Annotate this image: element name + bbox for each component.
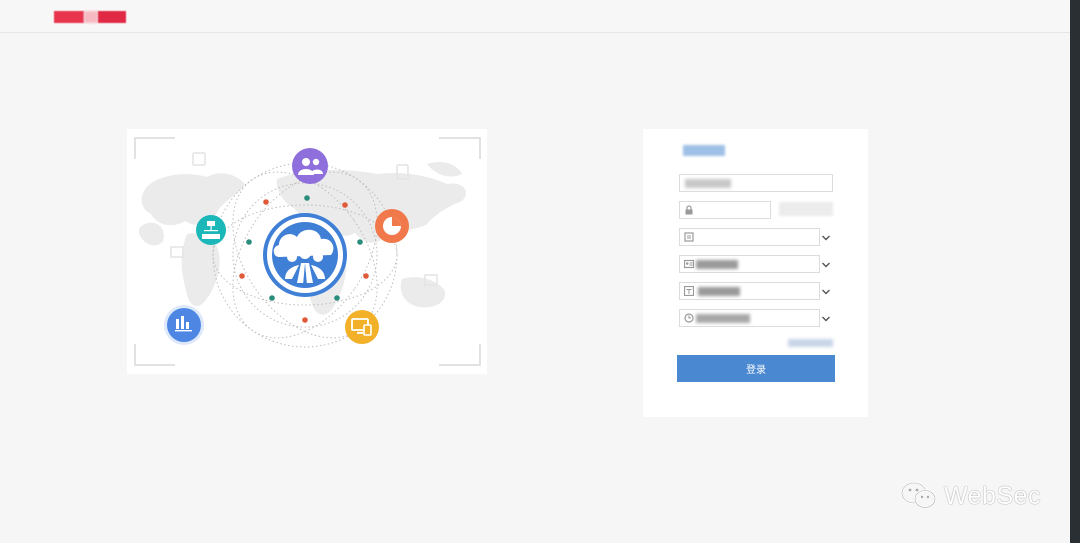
username-input[interactable]: [679, 174, 833, 192]
window-edge: [1070, 0, 1080, 543]
password-input[interactable]: [679, 201, 771, 219]
username-placeholder: [685, 179, 731, 188]
pie-chart-icon: [375, 209, 409, 243]
select-4-value: [696, 314, 750, 323]
hero-illustration: [127, 129, 487, 374]
login-button[interactable]: 登录: [677, 355, 835, 382]
bar-chart-icon: [164, 305, 204, 345]
chevron-down-icon[interactable]: [821, 314, 831, 324]
brand-logo[interactable]: [54, 11, 126, 23]
select-field-2[interactable]: [679, 255, 820, 273]
clock-icon: [684, 313, 694, 323]
wechat-icon: [901, 482, 936, 509]
org-chart-icon: [196, 215, 226, 245]
select-field-3[interactable]: [679, 282, 820, 300]
select-field-4[interactable]: [679, 309, 820, 327]
select-3-value: [698, 287, 740, 296]
password-placeholder: [698, 206, 718, 215]
cloud-users-icon: [263, 213, 347, 297]
lock-icon: [685, 205, 693, 215]
login-title: [683, 145, 725, 156]
document-icon: [684, 232, 694, 242]
id-card-icon: [684, 259, 694, 269]
forgot-password-link[interactable]: [788, 339, 833, 347]
chevron-down-icon[interactable]: [821, 233, 831, 243]
devices-icon: [345, 310, 379, 344]
network-illustration: [134, 137, 481, 366]
chevron-down-icon[interactable]: [821, 260, 831, 270]
select-field-1[interactable]: [679, 228, 820, 246]
top-header: [0, 0, 1070, 33]
language-icon: [684, 286, 694, 296]
chevron-down-icon[interactable]: [821, 287, 831, 297]
select-2-value: [696, 260, 738, 269]
users-icon: [292, 148, 328, 184]
captcha-image[interactable]: [779, 202, 833, 216]
watermark: WebSec: [900, 480, 1041, 512]
watermark-text: WebSec: [944, 481, 1042, 510]
